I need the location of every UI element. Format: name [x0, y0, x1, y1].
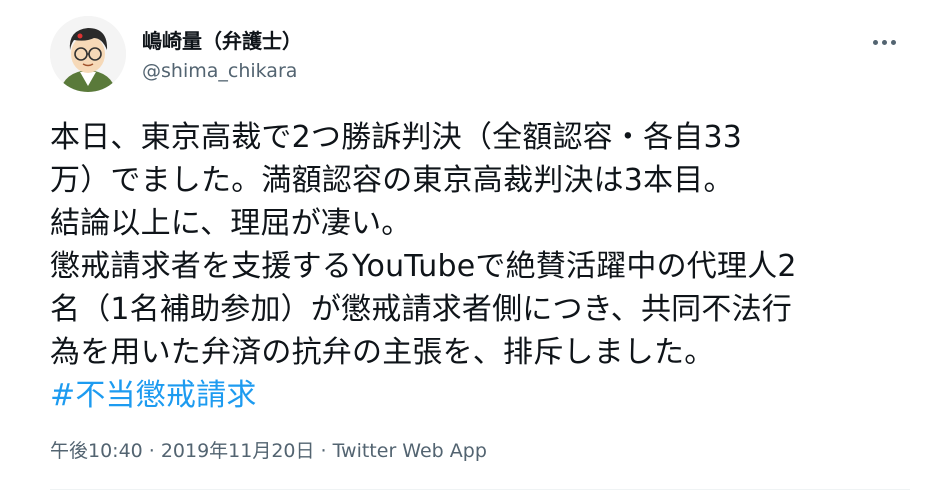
more-horizontal-icon — [872, 39, 878, 45]
tweet-time[interactable]: 午後10:40 — [50, 440, 143, 462]
hashtag-link[interactable]: #不当懲戒請求 — [50, 374, 257, 417]
meta-separator: · — [148, 440, 155, 462]
tweet-date[interactable]: 2019年11月20日 — [161, 440, 315, 462]
meta-separator: · — [320, 440, 327, 462]
tweet-text: 本日、東京高裁で2つ勝訴判決（全額認容・各自33 万）でました。満額認容の東京高… — [50, 120, 797, 370]
avatar-illustration — [50, 16, 126, 92]
more-horizontal-icon-dot — [881, 39, 887, 45]
divider — [50, 489, 910, 490]
tweet-card: 嶋崎量（弁護士） @shima_chikara 本日、東京高裁で2つ勝訴判決（全… — [0, 0, 947, 496]
display-name[interactable]: 嶋崎量（弁護士） — [142, 28, 302, 54]
user-handle[interactable]: @shima_chikara — [142, 58, 302, 84]
tweet-text-container: 本日、東京高裁で2つ勝訴判決（全額認容・各自33 万）でました。満額認容の東京高… — [50, 116, 910, 417]
tweet-source[interactable]: Twitter Web App — [333, 440, 487, 462]
tweet-metadata: 午後10:40 · 2019年11月20日 · Twitter Web App — [50, 437, 487, 465]
user-info: 嶋崎量（弁護士） @shima_chikara — [142, 28, 302, 84]
avatar[interactable] — [50, 16, 126, 92]
more-options-button[interactable] — [862, 30, 906, 54]
more-horizontal-icon-dot — [890, 39, 896, 45]
